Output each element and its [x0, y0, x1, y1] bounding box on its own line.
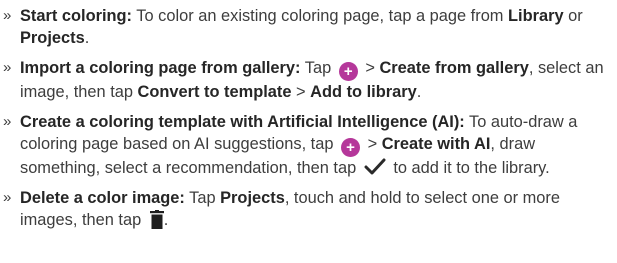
bullet-chevron: »: [3, 7, 12, 24]
item-text: to add it to the library.: [388, 159, 550, 177]
list-item-delete-image: » Delete a color image: Tap Projects, to…: [0, 187, 610, 231]
item-text: Tap: [300, 59, 336, 77]
item-title: Import a coloring page from gallery:: [20, 59, 301, 77]
trash-icon: [149, 210, 164, 229]
list-item-create-with-ai: » Create a coloring template with Artifi…: [0, 111, 610, 179]
bullet-chevron: »: [3, 59, 12, 76]
instruction-list: » Start coloring: To color an existing c…: [0, 5, 610, 239]
bullet-chevron: »: [3, 113, 12, 130]
item-text: >: [360, 59, 380, 77]
add-icon: +: [338, 62, 358, 81]
item-text: .: [416, 83, 422, 101]
list-item-start-coloring: » Start coloring: To color an existing c…: [0, 5, 610, 49]
item-text: .: [163, 211, 169, 229]
bullet-chevron: »: [3, 189, 12, 206]
item-text: or: [563, 7, 583, 25]
projects-label: Projects: [220, 189, 285, 207]
item-text: .: [84, 29, 90, 47]
item-title: Create a coloring template with Artifici…: [20, 113, 465, 131]
list-item-import-gallery: » Import a coloring page from gallery: T…: [0, 57, 610, 103]
create-with-ai-label: Create with AI: [381, 135, 491, 153]
projects-label: Projects: [20, 29, 85, 47]
library-label: Library: [508, 7, 564, 25]
item-text: >: [363, 135, 382, 153]
item-title: Delete a color image:: [20, 189, 185, 207]
convert-to-template-label: Convert to template: [137, 83, 292, 101]
add-icon: +: [341, 138, 361, 157]
item-title: Start coloring:: [20, 7, 133, 25]
checkmark-icon: [364, 158, 386, 175]
item-text: To color an existing coloring page, tap …: [132, 7, 509, 25]
item-text: Tap: [184, 189, 221, 207]
add-to-library-label: Add to library: [310, 83, 417, 101]
item-text: >: [291, 83, 311, 101]
create-from-gallery-label: Create from gallery: [379, 59, 529, 77]
